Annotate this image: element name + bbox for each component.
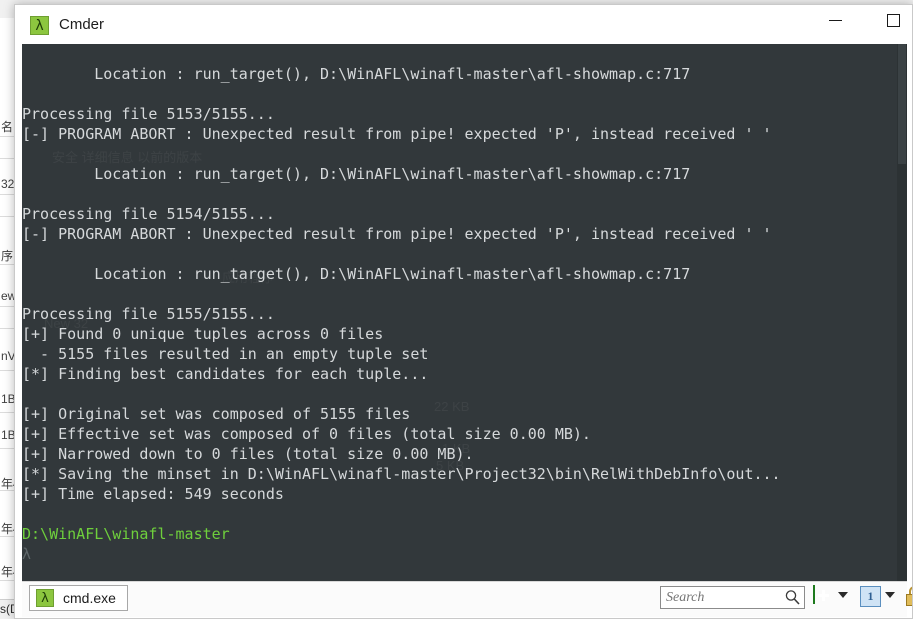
cmder-window[interactable]: λ Cmder 15 KB12 KB年4月22日 7:56:01年4月22日, … xyxy=(14,4,913,619)
terminal-line: [+] Time elapsed: 549 seconds xyxy=(22,485,284,503)
title-bar[interactable]: λ Cmder xyxy=(15,5,912,44)
terminal-line: Location : run_target(), D:\WinAFL\winaf… xyxy=(22,65,691,83)
blue-info-icon: 1 xyxy=(860,586,881,607)
lock-button[interactable] xyxy=(905,586,912,607)
terminal-line: Processing file 5155/5155... xyxy=(22,305,275,323)
terminal-line: Processing file 5154/5155... xyxy=(22,205,275,223)
tab-label: cmd.exe xyxy=(63,590,116,606)
terminal-line: λ xyxy=(22,545,32,563)
terminal-line: [*] Finding best candidates for each tup… xyxy=(22,365,429,383)
tab-cmd-exe[interactable]: λ cmd.exe xyxy=(29,585,128,611)
info-chevron-down-icon[interactable] xyxy=(885,592,895,598)
terminal-scrollbar[interactable] xyxy=(897,44,907,581)
green-plus-icon xyxy=(813,585,815,604)
background-text-fragment: 名 xyxy=(1,120,14,134)
minimize-icon xyxy=(828,19,842,21)
terminal-line: [+] Original set was composed of 5155 fi… xyxy=(22,405,411,423)
search-box[interactable] xyxy=(660,586,805,609)
terminal-line: [+] Found 0 unique tuples across 0 files xyxy=(22,325,384,343)
terminal-line: - 5155 files resulted in an empty tuple … xyxy=(22,345,429,363)
terminal-line: [*] Saving the minset in D:\WinAFL\winaf… xyxy=(22,465,781,483)
terminal-line: D:\WinAFL\winafl-master xyxy=(22,525,230,543)
terminal-line: [-] PROGRAM ABORT : Unexpected result fr… xyxy=(22,225,772,243)
lambda-icon: λ xyxy=(30,16,49,35)
terminal-output-area[interactable]: 15 KB12 KB年4月22日 7:56:01年4月22日, 22:54:42… xyxy=(22,44,907,581)
new-tab-button[interactable] xyxy=(813,585,834,607)
info-button[interactable]: 1 xyxy=(860,586,881,607)
minimize-button[interactable] xyxy=(812,5,858,35)
window-title: Cmder xyxy=(59,16,105,33)
terminal-line: [+] Effective set was composed of 0 file… xyxy=(22,425,591,443)
terminal-scrollbar-thumb[interactable] xyxy=(898,44,906,164)
background-text-fragment: 序 xyxy=(1,249,14,263)
terminal-line: Processing file 5153/5155... xyxy=(22,105,275,123)
status-bar: λ cmd.exe 1 xyxy=(22,581,912,617)
maximize-button[interactable] xyxy=(870,5,912,35)
terminal-line: Location : run_target(), D:\WinAFL\winaf… xyxy=(22,165,691,183)
new-tab-chevron-down-icon[interactable] xyxy=(838,592,848,598)
lambda-icon: λ xyxy=(36,589,54,607)
terminal-text: Location : run_target(), D:\WinAFL\winaf… xyxy=(22,44,781,564)
terminal-line: [-] PROGRAM ABORT : Unexpected result fr… xyxy=(22,125,772,143)
terminal-line: [+] Narrowed down to 0 files (total size… xyxy=(22,445,474,463)
magnifier-icon[interactable] xyxy=(784,589,801,606)
search-input[interactable] xyxy=(666,587,778,608)
maximize-icon xyxy=(886,13,900,27)
terminal-line: Location : run_target(), D:\WinAFL\winaf… xyxy=(22,265,691,283)
